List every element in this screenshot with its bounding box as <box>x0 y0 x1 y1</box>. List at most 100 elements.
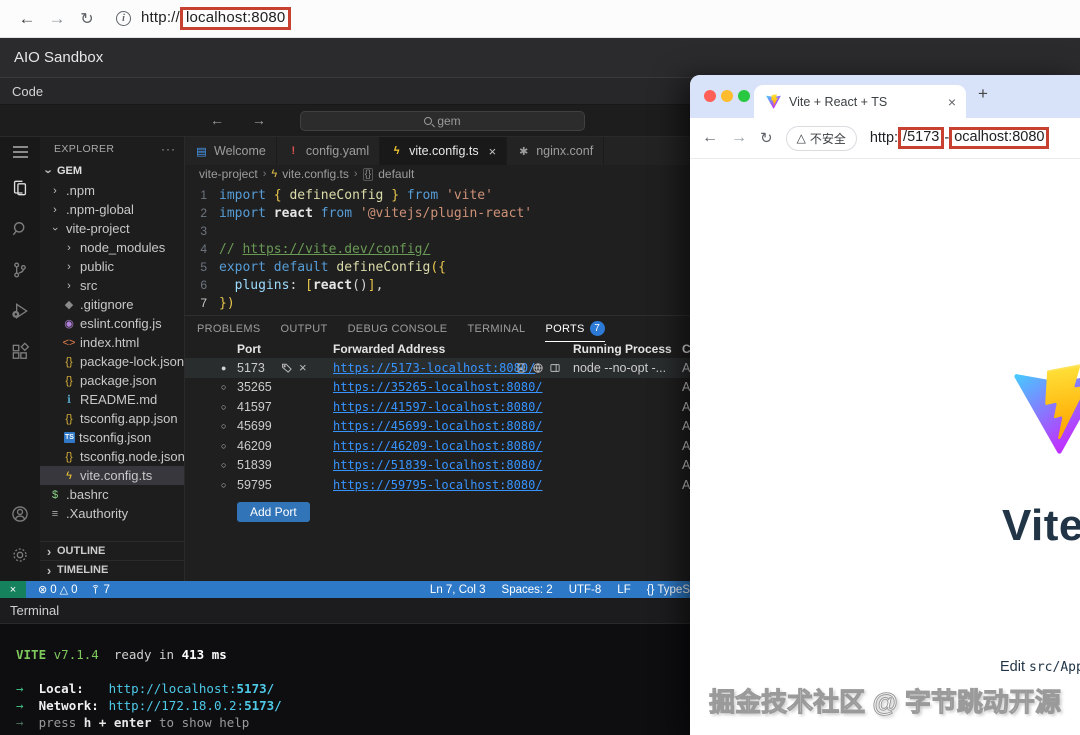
panel-tab-problems[interactable]: PROBLEMS <box>197 316 261 342</box>
forward-icon[interactable]: → <box>42 9 72 29</box>
tree-item-README-md[interactable]: ℹ README.md <box>40 390 184 409</box>
tab-close-icon[interactable]: × <box>489 144 497 159</box>
tree-item-tsconfig-json[interactable]: TS tsconfig.json <box>40 428 184 447</box>
panel-tab-ports[interactable]: PORTS 7 <box>545 316 605 342</box>
tab-label: vite.config.ts <box>409 144 479 158</box>
tree-item--npm[interactable]: › .npm <box>40 181 184 200</box>
explorer-icon[interactable] <box>0 167 40 208</box>
back-icon[interactable]: ← <box>12 9 42 29</box>
breadcrumb-item[interactable]: vite.config.ts <box>282 167 349 181</box>
remote-indicator[interactable]: × <box>0 581 26 598</box>
minimize-window-icon[interactable] <box>721 90 733 102</box>
sidebar-section-outline[interactable]: › OUTLINE <box>40 541 184 560</box>
breadcrumb[interactable]: vite-project › ϟ vite.config.ts › {} default <box>185 165 690 183</box>
port-row-45699[interactable]: ○ 45699 https://45699-localhost:8080/A <box>185 417 690 437</box>
close-window-icon[interactable] <box>704 90 716 102</box>
tab-label: Welcome <box>214 144 266 158</box>
security-badge[interactable]: △ 不安全 <box>785 125 857 151</box>
status-item-lf[interactable]: LF <box>617 584 630 596</box>
ports-status[interactable]: 7 <box>90 584 110 596</box>
port-row-actions[interactable]: × <box>281 358 307 378</box>
breadcrumb-item[interactable]: vite-project <box>199 167 258 181</box>
tab-close-icon[interactable]: × <box>948 94 956 110</box>
command-center-search[interactable]: gem <box>300 111 585 131</box>
forwarded-address-link[interactable]: https://46209-localhost:8080/ <box>333 436 543 456</box>
forwarded-address-link[interactable]: https://35265-localhost:8080/ <box>333 378 543 398</box>
tree-item--bashrc[interactable]: $ .bashrc <box>40 485 184 504</box>
forwarded-address-link[interactable]: https://45699-localhost:8080/ <box>333 417 543 437</box>
panel-tab-output[interactable]: OUTPUT <box>281 316 328 342</box>
status-item-{}[interactable]: {} TypeS <box>647 584 690 596</box>
status-item-ln[interactable]: Ln 7, Col 3 <box>430 584 486 596</box>
account-icon[interactable] <box>0 493 40 534</box>
outer-address-bar[interactable]: http://localhost:8080 <box>141 7 292 30</box>
port-row-41597[interactable]: ○ 41597 https://41597-localhost:8080/A <box>185 397 690 417</box>
status-item-spaces[interactable]: Spaces: 2 <box>502 584 553 596</box>
forwarded-address-link[interactable]: https://41597-localhost:8080/ <box>333 397 543 417</box>
reload-icon[interactable]: ↻ <box>72 9 102 29</box>
tree-item-src[interactable]: › src <box>40 276 184 295</box>
tree-item-index-html[interactable]: <> index.html <box>40 333 184 352</box>
workspace-root[interactable]: › GEM <box>40 161 184 181</box>
stop-forward-icon[interactable]: × <box>299 360 307 375</box>
back-icon[interactable]: ← <box>702 129 718 147</box>
port-link-actions[interactable] <box>515 358 561 378</box>
tree-item-package-json[interactable]: {} package.json <box>40 371 184 390</box>
tree-item-eslint-config-js[interactable]: ◉ eslint.config.js <box>40 314 184 333</box>
forwarded-address-link[interactable]: https://51839-localhost:8080/ <box>333 456 543 476</box>
tree-item-vite-config-ts[interactable]: ϟ vite.config.ts <box>40 466 184 485</box>
history-nav-icons[interactable]: ← → <box>210 112 278 128</box>
problems-status[interactable]: ⊗ 0 △ 0 <box>38 583 78 597</box>
menu-icon[interactable] <box>0 137 40 167</box>
editor-tab-nginx-conf[interactable]: ✱ nginx.conf <box>507 137 605 165</box>
new-tab-icon[interactable]: + <box>978 84 988 104</box>
tree-item-public[interactable]: › public <box>40 257 184 276</box>
editor-tab-vite-config-ts[interactable]: ϟ vite.config.ts × <box>380 137 508 165</box>
explorer-more-icon[interactable]: ··· <box>161 142 176 156</box>
terminal-header[interactable]: Terminal <box>0 598 690 624</box>
extensions-icon[interactable] <box>0 331 40 372</box>
reload-icon[interactable]: ↻ <box>760 129 773 147</box>
port-number: 45699 <box>237 419 272 434</box>
port-row-5173[interactable]: ● 5173 × https://5173-localhost:8080/node -… <box>185 358 690 378</box>
tree-item--npm-global[interactable]: › .npm-global <box>40 200 184 219</box>
section-label: OUTLINE <box>57 545 106 557</box>
tree-item-node-modules[interactable]: › node_modules <box>40 238 184 257</box>
run-debug-icon[interactable] <box>0 290 40 331</box>
maximize-window-icon[interactable] <box>738 90 750 102</box>
status-item-utf-8[interactable]: UTF-8 <box>569 584 602 596</box>
add-port-button[interactable]: Add Port <box>237 501 310 522</box>
source-control-icon[interactable] <box>0 249 40 290</box>
breadcrumb-item[interactable]: default <box>378 167 414 181</box>
site-info-icon[interactable]: i <box>116 11 131 26</box>
tree-item-vite-project[interactable]: › vite-project <box>40 219 184 238</box>
editor-tab-config-yaml[interactable]: ! config.yaml <box>276 137 381 165</box>
tree-item--gitignore[interactable]: ◆ .gitignore <box>40 295 184 314</box>
port-row-46209[interactable]: ○ 46209 https://46209-localhost:8080/A <box>185 436 690 456</box>
editor-tab-Welcome[interactable]: ▤ Welcome <box>185 137 277 165</box>
code-line-7: 7}) <box>185 294 690 312</box>
chrome-address-bar[interactable]: http:/5173- ocalhost:8080 <box>870 127 1050 149</box>
tree-item-package-lock-json[interactable]: {} package-lock.json <box>40 352 184 371</box>
settings-gear-icon[interactable] <box>0 534 40 575</box>
terminal-output[interactable]: VITE v7.1.4 ready in 413 ms → Local: http… <box>0 624 690 731</box>
panel-tab-terminal[interactable]: TERMINAL <box>467 316 525 342</box>
line-number: 1 <box>200 188 207 202</box>
tree-item-tsconfig-app-json[interactable]: {} tsconfig.app.json <box>40 409 184 428</box>
panel-tab-debug-console[interactable]: DEBUG CONSOLE <box>348 316 448 342</box>
tree-item-label: node_modules <box>80 240 166 255</box>
tree-item-tsconfig-node-json[interactable]: {} tsconfig.node.json <box>40 447 184 466</box>
search-view-icon[interactable] <box>0 208 40 249</box>
sidebar-section-timeline[interactable]: › TIMELINE <box>40 560 184 579</box>
tree-item--Xauthority[interactable]: ≡ .Xauthority <box>40 504 184 523</box>
port-row-59795[interactable]: ○ 59795 https://59795-localhost:8080/A <box>185 475 690 495</box>
warning-triangle-icon: △ <box>796 131 806 145</box>
forwarded-address-link[interactable]: https://59795-localhost:8080/ <box>333 475 543 495</box>
port-idle-dot: ○ <box>221 440 227 451</box>
forwarded-address-link[interactable]: https://5173-localhost:8080/ <box>333 358 535 378</box>
port-row-51839[interactable]: ○ 51839 https://51839-localhost:8080/A <box>185 456 690 476</box>
code-editor[interactable]: 1 import { defineConfig } from 'vite' 2 imp… <box>185 183 690 315</box>
port-row-35265[interactable]: ○ 35265 https://35265-localhost:8080/A <box>185 378 690 398</box>
forward-icon[interactable]: → <box>731 129 747 147</box>
browser-tab[interactable]: Vite + React + TS × <box>754 85 966 118</box>
